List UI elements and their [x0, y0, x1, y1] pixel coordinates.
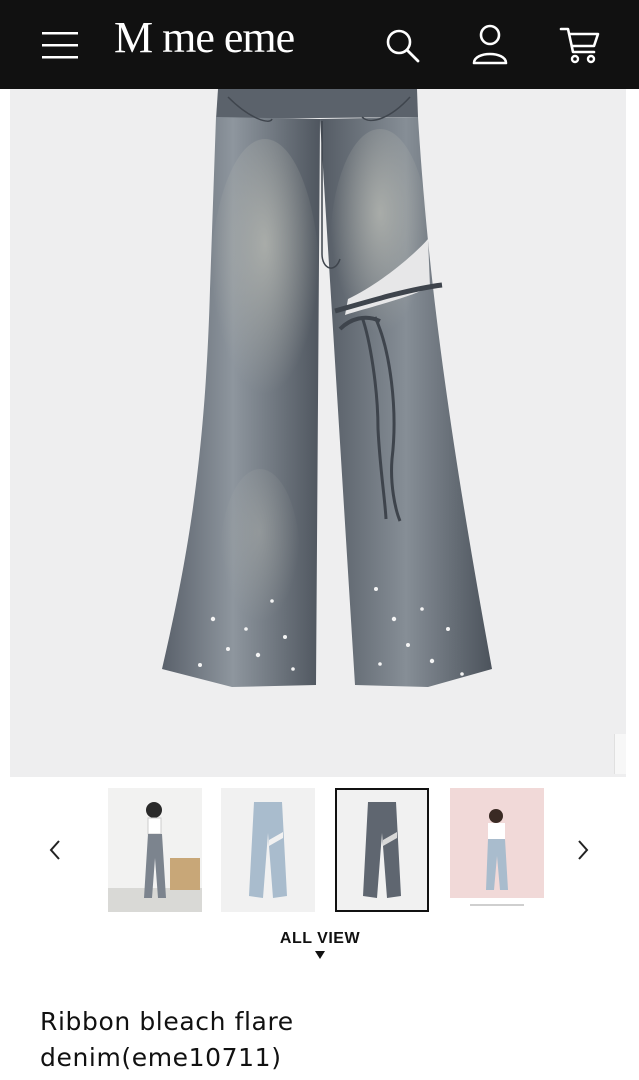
- thumbnail-grey-denim-selected[interactable]: [335, 788, 429, 912]
- model-pink-photo-icon: [450, 788, 544, 912]
- product-title: Ribbon bleach flare denim(eme10711): [40, 1004, 600, 1076]
- carousel-next-button[interactable]: [563, 820, 603, 880]
- chevron-left-icon: [49, 840, 60, 860]
- search-button[interactable]: [376, 0, 428, 89]
- product-main-image[interactable]: [10, 89, 626, 777]
- thumbnail-carousel: [0, 780, 639, 920]
- all-view-button[interactable]: ALL VIEW: [230, 928, 410, 968]
- chevron-right-icon: [578, 840, 589, 860]
- cart-icon: [559, 27, 600, 63]
- image-scrollbar[interactable]: [614, 734, 626, 774]
- thumbnail-model-front[interactable]: [108, 788, 202, 912]
- site-header: M me eme: [0, 0, 639, 89]
- product-title-line-1: Ribbon bleach flare: [40, 1007, 294, 1036]
- model-photo-icon: [108, 788, 202, 912]
- thumbnail-light-denim[interactable]: [221, 788, 315, 912]
- cart-button[interactable]: [552, 0, 608, 89]
- menu-icon: [42, 31, 78, 58]
- account-icon: [472, 24, 508, 64]
- light-jeans-icon: [221, 788, 315, 912]
- product-title-line-2: denim(eme10711): [40, 1043, 282, 1072]
- grey-jeans-icon: [337, 790, 427, 910]
- thumbnail-model-pink[interactable]: [450, 788, 544, 912]
- carousel-prev-button[interactable]: [35, 820, 75, 880]
- search-icon: [386, 29, 420, 62]
- account-button[interactable]: [464, 0, 516, 89]
- all-view-label: ALL VIEW: [279, 930, 361, 947]
- caret-down-icon: [315, 951, 325, 959]
- menu-button[interactable]: [30, 0, 90, 89]
- denim-jeans-illustration: [162, 89, 492, 687]
- brand-logo[interactable]: M me eme: [114, 12, 295, 64]
